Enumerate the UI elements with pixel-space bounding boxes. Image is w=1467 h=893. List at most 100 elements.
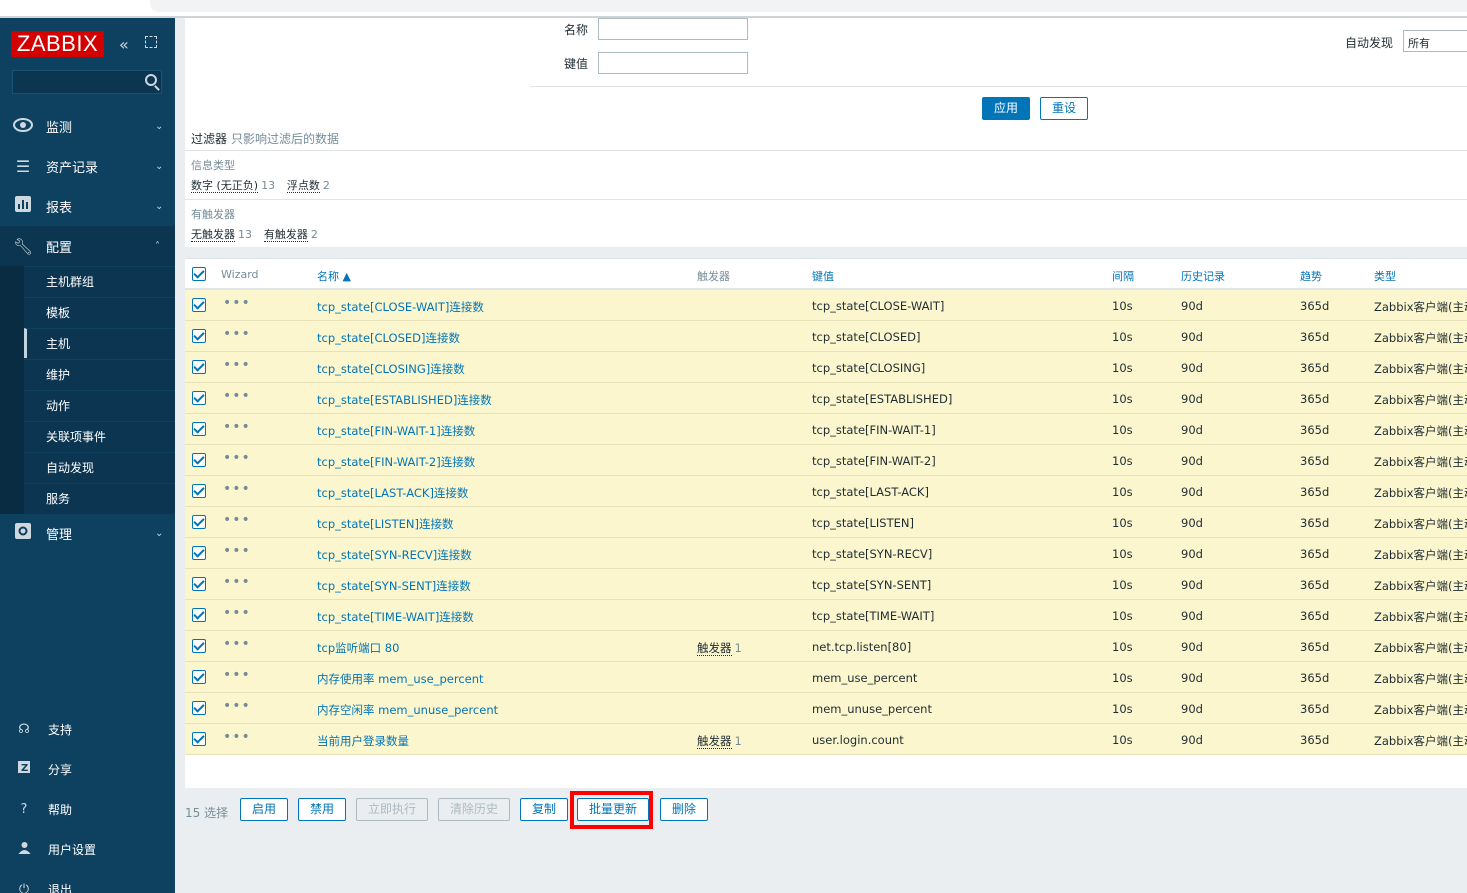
menu-user-settings[interactable]: 用户设置 [0,829,175,869]
submenu-host-groups[interactable]: 主机群组 [24,266,175,296]
row-checkbox[interactable] [192,422,206,436]
more-options-icon[interactable]: ••• [223,326,251,342]
delete-button[interactable]: 删除 [660,798,708,821]
sidebar-search-input[interactable] [12,70,162,94]
row-checkbox[interactable] [192,515,206,529]
submenu-hosts[interactable]: 主机 [24,328,175,358]
enable-button[interactable]: 启用 [240,798,288,821]
more-options-icon[interactable]: ••• [223,357,251,373]
subfilter-option[interactable]: 数字 (无正负) 13 [191,177,275,193]
more-options-icon[interactable]: ••• [223,667,251,683]
execute-now-button[interactable]: 立即执行 [356,798,428,821]
triggers-cell[interactable] [697,671,700,685]
menu-configuration[interactable]: 🔧︎ 配置 ˄ [0,226,175,266]
subfilter-option-label[interactable]: 无触发器 [191,228,235,242]
menu-monitoring[interactable]: 监测 ⌄ [0,106,175,146]
triggers-cell[interactable] [697,392,700,406]
triggers-link[interactable]: 触发器 [697,734,732,749]
item-name-link[interactable]: tcp_state[LISTEN]连接数 [317,516,453,532]
item-name-link[interactable]: tcp监听端口 80 [317,640,399,656]
search-icon[interactable] [145,74,157,86]
select-all-checkbox[interactable] [192,267,206,281]
row-checkbox[interactable] [192,701,206,715]
column-key[interactable]: 键值 [812,268,834,284]
menu-inventory[interactable]: ☰ 资产记录 ⌄ [0,146,175,186]
row-checkbox[interactable] [192,732,206,746]
key-filter-input[interactable] [598,52,748,74]
menu-sign-out[interactable]: ⏻ 退出 [0,869,175,893]
subfilter-option-label[interactable]: 数字 (无正负) [191,179,259,193]
column-trends[interactable]: 趋势 [1300,268,1322,284]
item-name-link[interactable]: 当前用户登录数量 [317,733,409,749]
submenu-event-correlation[interactable]: 关联项事件 [24,421,175,451]
item-name-link[interactable]: tcp_state[CLOSED]连接数 [317,330,460,346]
row-checkbox[interactable] [192,298,206,312]
item-name-link[interactable]: tcp_state[FIN-WAIT-1]连接数 [317,423,475,439]
row-checkbox[interactable] [192,453,206,467]
triggers-cell[interactable] [697,578,700,592]
more-options-icon[interactable]: ••• [223,636,251,652]
item-name-link[interactable]: tcp_state[SYN-SENT]连接数 [317,578,471,594]
row-checkbox[interactable] [192,360,206,374]
triggers-cell[interactable] [697,516,700,530]
row-checkbox[interactable] [192,608,206,622]
subfilter-option[interactable]: 有触发器 2 [263,226,318,242]
column-history[interactable]: 历史记录 [1181,268,1225,284]
menu-support[interactable]: ☊ 支持 [0,709,175,749]
menu-reports[interactable]: 报表 ⌄ [0,186,175,226]
column-interval[interactable]: 间隔 [1112,268,1134,284]
item-name-link[interactable]: tcp_state[SYN-RECV]连接数 [317,547,472,563]
submenu-actions[interactable]: 动作 [24,390,175,420]
triggers-cell[interactable]: 触发器 1 [697,640,742,656]
menu-help[interactable]: ? 帮助 [0,789,175,829]
row-checkbox[interactable] [192,639,206,653]
reset-button[interactable]: 重设 [1040,97,1088,120]
submenu-templates[interactable]: 模板 [24,297,175,327]
more-options-icon[interactable]: ••• [223,512,251,528]
triggers-cell[interactable] [697,454,700,468]
more-options-icon[interactable]: ••• [223,481,251,497]
zabbix-logo[interactable]: ZABBIX [11,31,104,57]
clear-history-button[interactable]: 清除历史 [438,798,510,821]
discovery-select[interactable]: 所有 [1403,30,1467,52]
subfilter-option[interactable]: 无触发器 13 [191,226,252,242]
row-checkbox[interactable] [192,391,206,405]
triggers-link[interactable]: 触发器 [697,641,732,656]
subfilter-option-label[interactable]: 浮点数 [286,179,320,193]
triggers-cell[interactable] [697,485,700,499]
kiosk-mode-icon[interactable] [145,36,157,48]
item-name-link[interactable]: tcp_state[FIN-WAIT-2]连接数 [317,454,475,470]
submenu-discovery[interactable]: 自动发现 [24,452,175,482]
name-filter-input[interactable] [598,18,748,40]
address-bar[interactable] [150,0,1467,12]
triggers-cell[interactable] [697,702,700,716]
item-name-link[interactable]: 内存使用率 mem_use_percent [317,671,484,687]
more-options-icon[interactable]: ••• [223,543,251,559]
row-checkbox[interactable] [192,329,206,343]
collapse-sidebar-icon[interactable]: « [119,35,129,54]
column-type[interactable]: 类型 [1374,268,1396,284]
item-name-link[interactable]: tcp_state[CLOSING]连接数 [317,361,465,377]
subfilter-option[interactable]: 浮点数 2 [286,177,330,193]
item-name-link[interactable]: 内存空闲率 mem_unuse_percent [317,702,498,718]
more-options-icon[interactable]: ••• [223,574,251,590]
triggers-cell[interactable]: 触发器 1 [697,733,742,749]
row-checkbox[interactable] [192,670,206,684]
more-options-icon[interactable]: ••• [223,605,251,621]
item-name-link[interactable]: tcp_state[LAST-ACK]连接数 [317,485,468,501]
more-options-icon[interactable]: ••• [223,729,251,745]
row-checkbox[interactable] [192,577,206,591]
triggers-cell[interactable] [697,299,700,313]
item-name-link[interactable]: tcp_state[TIME-WAIT]连接数 [317,609,474,625]
item-name-link[interactable]: tcp_state[ESTABLISHED]连接数 [317,392,492,408]
item-name-link[interactable]: tcp_state[CLOSE-WAIT]连接数 [317,299,484,315]
submenu-maintenance[interactable]: 维护 [24,359,175,389]
menu-administration[interactable]: 管理 ⌄ [0,513,175,553]
menu-share[interactable]: Z 分享 [0,749,175,789]
filter-tab[interactable]: 过滤器 只影响过滤后的数据 [185,126,1467,150]
subfilter-option-label[interactable]: 有触发器 [263,228,308,242]
disable-button[interactable]: 禁用 [298,798,346,821]
triggers-cell[interactable] [697,330,700,344]
more-options-icon[interactable]: ••• [223,419,251,435]
more-options-icon[interactable]: ••• [223,698,251,714]
